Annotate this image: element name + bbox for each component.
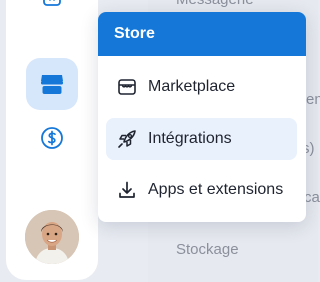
rocket-icon: [116, 128, 138, 150]
menu-item-integrations[interactable]: Intégrations: [106, 118, 297, 160]
menu-item-apps-extensions[interactable]: Apps et extensions: [106, 169, 297, 211]
bg-menu-item-stockage: Stockage: [176, 241, 239, 258]
code-icon[interactable]: [40, 0, 64, 14]
menu-item-marketplace[interactable]: Marketplace: [106, 66, 297, 108]
store-dropdown-menu: Store Marketplace Intégrations Apps et e…: [98, 12, 306, 222]
menu-item-label: Apps et extensions: [148, 181, 284, 198]
download-icon: [116, 179, 138, 201]
bg-menu-item-messagerie: Messagerie: [176, 0, 254, 8]
menu-title: Store: [114, 25, 155, 42]
store-icon[interactable]: [26, 58, 78, 110]
storefront-icon: [116, 76, 138, 98]
bg-menu-item-partial: ca: [304, 189, 320, 206]
menu-header: Store: [98, 12, 306, 56]
menu-item-label: Marketplace: [148, 78, 236, 95]
avatar[interactable]: [25, 210, 79, 264]
menu-item-label: Intégrations: [148, 130, 232, 147]
sidebar: [6, 0, 98, 280]
bg-menu-item-partial: en: [306, 91, 320, 108]
dollar-icon[interactable]: [38, 124, 66, 152]
